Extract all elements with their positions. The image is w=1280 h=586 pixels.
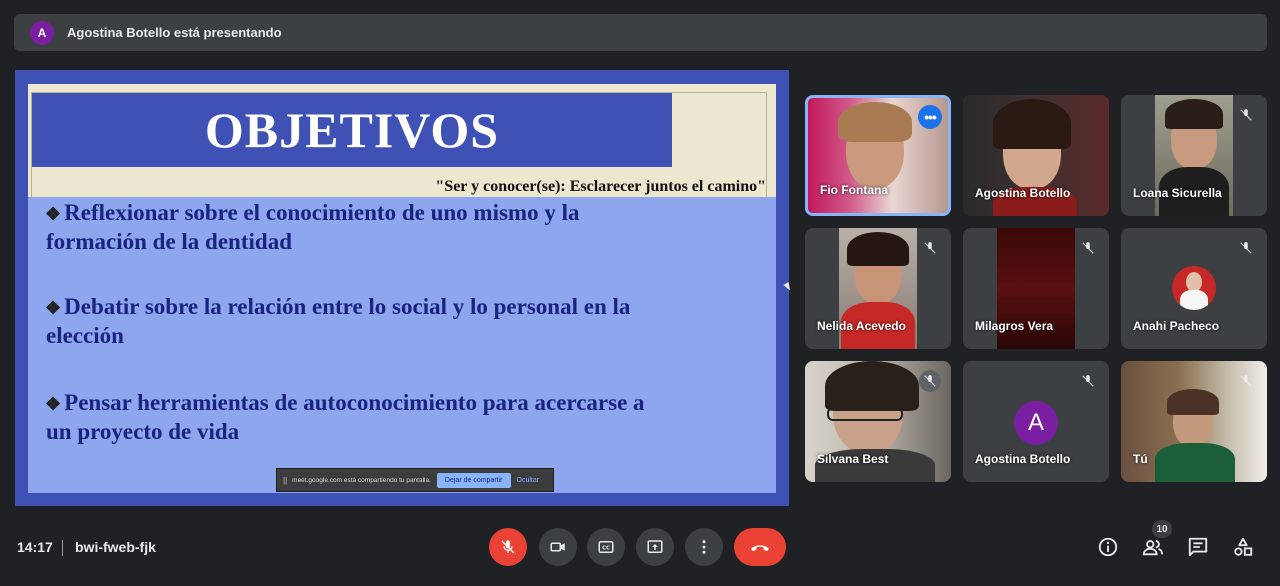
avatar: A xyxy=(1014,401,1058,445)
activities-icon xyxy=(1234,537,1253,556)
participant-name: Fio Fontana xyxy=(820,183,888,197)
participant-tile[interactable]: Tú xyxy=(1121,361,1267,482)
share-message: meet.google.com está compartiendo tu pan… xyxy=(292,476,431,484)
presentation-stage[interactable]: OBJETIVOS "Ser y conocer(se): Esclarecer… xyxy=(15,70,789,506)
avatar xyxy=(1172,266,1216,310)
participant-tile[interactable]: Nelida Acevedo xyxy=(805,228,951,349)
slide-title-band: OBJETIVOS xyxy=(32,93,672,167)
participant-tile[interactable]: Loana Sicurella xyxy=(1121,95,1267,216)
mic-toggle-button[interactable] xyxy=(489,528,527,566)
present-screen-button[interactable] xyxy=(636,528,674,566)
slide-bullet: ❖ Debatir sobre la relación entre lo soci… xyxy=(45,293,770,349)
bullet-text-line: Pensar herramientas de autoconocimiento … xyxy=(64,390,645,415)
divider xyxy=(62,540,63,556)
slide-title: OBJETIVOS xyxy=(204,102,500,158)
mic-off-icon xyxy=(1235,104,1257,126)
bullet-diamond-icon: ❖ xyxy=(45,204,62,224)
hide-share-bar-button[interactable]: Ocultar xyxy=(517,477,540,484)
participant-name: Tú xyxy=(1133,452,1148,466)
participant-name: Nelida Acevedo xyxy=(817,319,906,333)
participant-name: Agostina Botello xyxy=(975,452,1071,466)
participant-tile[interactable]: Agostina Botello xyxy=(963,95,1109,216)
participant-tile[interactable]: ••• Fio Fontana xyxy=(805,95,951,216)
meeting-details-button[interactable] xyxy=(1095,534,1121,560)
participant-name: Silvana Best xyxy=(817,452,889,466)
participant-tile[interactable]: Silvana Best xyxy=(805,361,951,482)
bullet-text-line: formación de la dentidad xyxy=(46,229,292,254)
presenter-banner-text: Agostina Botello está presentando xyxy=(67,25,282,40)
bullet-text-line: Reflexionar sobre el conocimiento de uno… xyxy=(64,200,580,225)
slide-subtitle: "Ser y conocer(se): Esclarecer juntos el… xyxy=(435,178,766,195)
mic-off-icon xyxy=(1077,370,1099,392)
captions-icon: CC xyxy=(598,541,614,553)
activities-button[interactable] xyxy=(1230,534,1256,560)
mic-off-icon xyxy=(501,540,515,554)
chat-icon xyxy=(1188,537,1208,557)
mic-off-icon xyxy=(1077,237,1099,259)
more-options-button[interactable] xyxy=(685,528,723,566)
shared-slide: OBJETIVOS "Ser y conocer(se): Esclarecer… xyxy=(28,84,776,493)
presenter-avatar: A xyxy=(30,20,54,45)
participant-tile[interactable]: Milagros Vera xyxy=(963,228,1109,349)
mic-off-icon xyxy=(1235,237,1257,259)
more-options-icon[interactable]: ••• xyxy=(918,105,942,129)
participant-name: Milagros Vera xyxy=(975,319,1054,333)
drag-handle-icon[interactable]: || xyxy=(283,476,287,485)
present-icon xyxy=(647,540,663,553)
participant-name: Agostina Botello xyxy=(975,186,1071,200)
mic-off-icon xyxy=(1235,370,1257,392)
bullet-text-line: elección xyxy=(46,323,124,348)
camera-icon xyxy=(550,542,565,552)
bullet-text-line: un proyecto de vida xyxy=(46,419,240,444)
mic-off-icon xyxy=(919,370,941,392)
svg-text:CC: CC xyxy=(602,546,610,552)
slide-content: ❖ Reflexionar sobre el conocimiento de un… xyxy=(28,197,776,493)
more-vert-icon xyxy=(702,540,706,554)
slide-bullet: ❖ Pensar herramientas de autoconocimiento… xyxy=(45,389,770,445)
people-icon xyxy=(1142,540,1164,556)
chat-button[interactable] xyxy=(1185,534,1211,560)
bullet-diamond-icon: ❖ xyxy=(45,394,62,414)
hang-up-icon xyxy=(750,545,770,552)
slide-bullet: ❖ Reflexionar sobre el conocimiento de un… xyxy=(45,199,770,255)
camera-toggle-button[interactable] xyxy=(539,528,577,566)
bullet-text-line: Debatir sobre la relación entre lo socia… xyxy=(64,294,631,319)
captions-button[interactable]: CC xyxy=(587,528,625,566)
participant-tile[interactable]: Anahi Pacheco xyxy=(1121,228,1267,349)
stop-sharing-button[interactable]: Dejar de compartir xyxy=(436,472,511,488)
presenter-banner: A Agostina Botello está presentando xyxy=(14,14,1267,51)
bottom-control-bar: 14:17 bwi-fweb-fjk CC 10 xyxy=(0,510,1280,586)
participant-tile[interactable]: A Agostina Botello xyxy=(963,361,1109,482)
participant-name: Anahi Pacheco xyxy=(1133,319,1220,333)
participant-count-badge: 10 xyxy=(1152,520,1172,538)
participant-name: Loana Sicurella xyxy=(1133,186,1222,200)
leave-call-button[interactable] xyxy=(734,528,786,566)
mic-off-icon xyxy=(919,237,941,259)
clock: 14:17 xyxy=(17,539,53,555)
screen-share-notification: || meet.google.com está compartiendo tu … xyxy=(276,468,554,492)
info-icon xyxy=(1098,537,1118,557)
meeting-code: bwi-fweb-fjk xyxy=(75,539,156,555)
bullet-diamond-icon: ❖ xyxy=(45,298,62,318)
